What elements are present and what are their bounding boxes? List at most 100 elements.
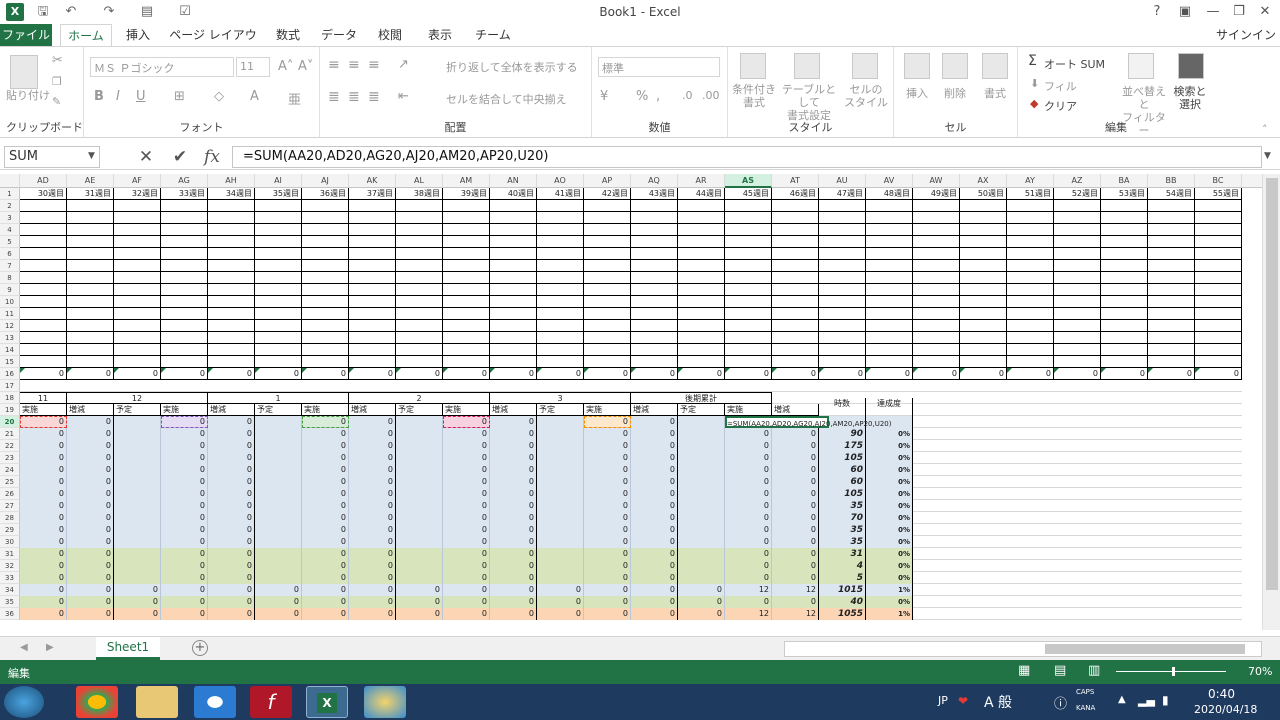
data-cell[interactable]: 0 [349,548,396,560]
cell[interactable] [866,260,913,272]
cell[interactable] [678,320,725,332]
cell[interactable] [490,344,537,356]
achievement-cell[interactable]: 0% [866,452,913,464]
data-cell[interactable]: 0 [631,572,678,584]
achievement-cell[interactable]: 1% [866,584,913,596]
data-cell[interactable]: 0 [584,416,631,428]
data-cell[interactable]: 0 [631,488,678,500]
data-cell[interactable]: 0 [584,596,631,608]
week-total-cell[interactable]: 0 [584,368,631,380]
cell[interactable] [114,248,161,260]
cell[interactable] [725,200,772,212]
cell[interactable] [1148,248,1195,260]
data-cell[interactable]: 0 [772,512,819,524]
data-cell[interactable] [396,536,443,548]
data-cell[interactable] [678,488,725,500]
cell[interactable] [255,356,302,368]
data-cell[interactable]: 0 [114,608,161,620]
data-cell[interactable] [537,452,584,464]
cell[interactable] [866,332,913,344]
align-top-icon[interactable]: ≡ [328,57,340,73]
data-cell[interactable]: 0 [349,524,396,536]
cell[interactable] [866,308,913,320]
data-cell[interactable]: 0 [631,416,678,428]
data-cell[interactable] [255,500,302,512]
cell[interactable] [161,284,208,296]
cell[interactable] [490,296,537,308]
number-format-select[interactable]: 標準 [602,60,624,76]
column-header-bc[interactable]: BC [1195,174,1242,188]
cell[interactable] [349,236,396,248]
data-cell[interactable]: 12 [725,608,772,620]
cell[interactable] [772,308,819,320]
column-header-ay[interactable]: AY [1007,174,1054,188]
cell[interactable] [255,260,302,272]
column-header-at[interactable]: AT [772,174,819,188]
data-cell[interactable]: 0 [490,428,537,440]
data-cell[interactable]: 0 [208,572,255,584]
cell[interactable] [584,332,631,344]
row-header-33[interactable]: 33 [0,572,20,584]
data-cell[interactable]: 0 [20,536,67,548]
week-total-cell[interactable]: 0 [67,368,114,380]
cell[interactable] [537,224,584,236]
cell[interactable] [114,236,161,248]
data-cell[interactable]: 0 [631,584,678,596]
week-total-cell[interactable]: 0 [725,368,772,380]
cell[interactable] [208,260,255,272]
cell[interactable] [1007,248,1054,260]
cell[interactable] [396,320,443,332]
data-cell[interactable]: 0 [631,428,678,440]
data-cell[interactable] [114,524,161,536]
data-cell[interactable]: 0 [349,512,396,524]
cell[interactable] [584,236,631,248]
week-total-cell[interactable]: 0 [161,368,208,380]
cell[interactable] [678,236,725,248]
cell[interactable] [443,320,490,332]
cell-styles-icon[interactable] [852,53,878,79]
cell[interactable] [490,320,537,332]
data-cell[interactable]: 0 [772,476,819,488]
data-cell[interactable]: 0 [302,440,349,452]
next-sheet-icon[interactable]: ▶ [46,642,54,653]
achievement-cell[interactable]: 0% [866,572,913,584]
cell[interactable] [255,224,302,236]
cell[interactable] [349,284,396,296]
data-cell[interactable] [255,464,302,476]
cell[interactable] [443,212,490,224]
cell[interactable] [67,356,114,368]
cell[interactable] [114,308,161,320]
cell[interactable] [819,308,866,320]
data-cell[interactable]: 0 [161,536,208,548]
cell[interactable] [819,236,866,248]
data-cell[interactable] [678,512,725,524]
data-cell[interactable] [678,440,725,452]
cell[interactable] [490,356,537,368]
cell[interactable] [1195,320,1242,332]
data-cell[interactable]: 0 [302,548,349,560]
data-cell[interactable]: 0 [631,536,678,548]
cell[interactable] [443,356,490,368]
week-header-cell[interactable]: 43週目 [631,188,678,200]
cell[interactable] [1148,224,1195,236]
help-circle-icon[interactable]: ⓘ [1054,693,1067,712]
week-total-cell[interactable]: 0 [537,368,584,380]
row-header-14[interactable]: 14 [0,344,20,356]
cell[interactable] [490,224,537,236]
data-cell[interactable]: 0 [490,548,537,560]
week-header-cell[interactable]: 46週目 [772,188,819,200]
data-cell[interactable]: 0 [443,500,490,512]
data-cell[interactable] [396,416,443,428]
data-cell[interactable]: 0 [20,416,67,428]
cell[interactable] [349,212,396,224]
week-header-cell[interactable]: 55週目 [1195,188,1242,200]
week-header-cell[interactable]: 45週目 [725,188,772,200]
decimal-decrease-icon[interactable]: .00 [702,89,720,102]
data-cell[interactable]: 0 [396,584,443,596]
cell[interactable] [631,332,678,344]
data-cell[interactable] [678,548,725,560]
tab-page-layout[interactable]: ページ レイアウト [166,24,260,65]
cell[interactable] [20,332,67,344]
data-cell[interactable]: 0 [631,476,678,488]
cell[interactable] [584,272,631,284]
